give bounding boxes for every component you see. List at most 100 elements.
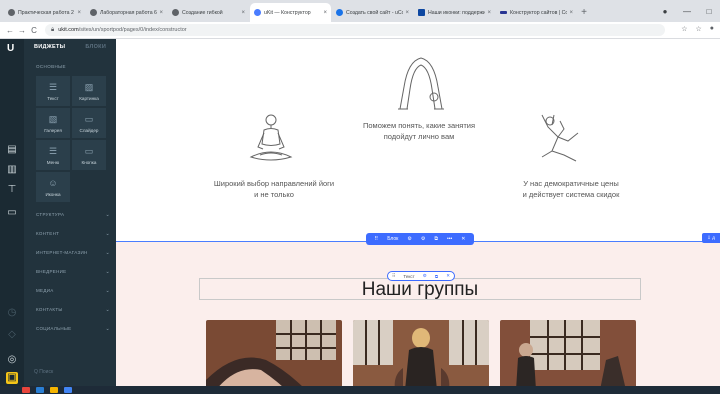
widget-menu[interactable]: ☰ Меню bbox=[36, 140, 70, 170]
feature-text-1: Широкий выбор направлений йоги и не толь… bbox=[194, 179, 354, 200]
design-icon[interactable]: ▥ bbox=[6, 164, 18, 176]
category-social[interactable]: СОЦИАЛЬНЫЕ ⌄ bbox=[36, 326, 110, 332]
panel-tabs: ВИДЖЕТЫ БЛОКИ bbox=[34, 44, 106, 50]
copy-icon[interactable]: ⧉ bbox=[435, 274, 438, 279]
taskbar-app-icon[interactable] bbox=[36, 387, 44, 393]
browser-tab[interactable]: Лабораторная работа 6 (Осуі…× bbox=[86, 3, 167, 22]
extension-icon[interactable]: ☆ bbox=[681, 25, 687, 33]
delete-icon[interactable]: ✕ bbox=[461, 236, 465, 242]
tab-favicon-icon bbox=[418, 9, 425, 16]
tab-favicon-icon bbox=[172, 9, 179, 16]
browser-tab[interactable]: Создать свой сайт - uCoz × bbox=[332, 3, 413, 22]
layers-icon[interactable]: ◇ bbox=[6, 329, 18, 341]
forward-button[interactable]: → bbox=[16, 26, 28, 35]
tab-close-icon[interactable]: × bbox=[77, 10, 81, 16]
account-icon[interactable]: ● bbox=[710, 25, 714, 33]
widget-text[interactable]: ☰ Текст bbox=[36, 76, 70, 106]
block-label: Блок bbox=[387, 236, 399, 242]
reload-button[interactable]: C bbox=[28, 26, 40, 35]
category-label: КОНТЕНТ bbox=[36, 231, 60, 236]
taskbar-app-icon[interactable] bbox=[50, 387, 58, 393]
chevron-down-icon: ⌄ bbox=[105, 250, 110, 256]
settings-icon[interactable]: ⚙ bbox=[423, 273, 427, 279]
taskbar-app-icon[interactable] bbox=[64, 387, 72, 393]
image-icon: ▨ bbox=[84, 81, 94, 92]
category-label: СТРУКТУРА bbox=[36, 212, 65, 217]
tab-blocks[interactable]: БЛОКИ bbox=[85, 44, 106, 50]
button-icon: ▭ bbox=[84, 145, 94, 156]
back-button[interactable]: ← bbox=[4, 26, 16, 35]
tab-close-icon[interactable]: × bbox=[569, 10, 573, 16]
chevron-down-icon: ⌄ bbox=[105, 288, 110, 294]
widget-image[interactable]: ▨ Картинка bbox=[72, 76, 106, 106]
bookmark-star-icon[interactable]: ☆ bbox=[695, 25, 701, 33]
browser-tab[interactable]: Наши иконки: поддерживать…× bbox=[414, 3, 495, 22]
design-settings-icon[interactable]: ⚙ bbox=[421, 236, 425, 242]
chevron-down-icon: ⌄ bbox=[105, 212, 110, 218]
widget-button[interactable]: ▭ Кнопка bbox=[72, 140, 106, 170]
browser-tab[interactable]: Конструктор сайтов | Создать…× bbox=[496, 3, 577, 22]
browser-tab-active[interactable]: uKit — Конструктор × bbox=[250, 3, 331, 22]
widget-label: Кнопка bbox=[81, 159, 97, 165]
tab-favicon-icon bbox=[254, 9, 261, 16]
devices-icon[interactable]: ▭ bbox=[6, 207, 18, 219]
tab-close-icon[interactable]: × bbox=[487, 10, 491, 16]
tab-close-icon[interactable]: × bbox=[159, 10, 163, 16]
maximize-button[interactable]: □ bbox=[698, 7, 720, 16]
pages-icon[interactable]: ▤ bbox=[6, 144, 18, 156]
widget-slider[interactable]: ▭ Слайдер bbox=[72, 108, 106, 138]
tab-favicon-icon bbox=[500, 11, 507, 14]
preview-icon[interactable]: ◎ bbox=[6, 354, 18, 366]
drag-handle-icon[interactable]: ⠿ bbox=[392, 273, 395, 279]
gear-icon[interactable]: ⚙ bbox=[407, 236, 411, 242]
browser-tab[interactable]: Практическая работа 2 × bbox=[4, 3, 85, 22]
address-bar[interactable]: 🔒︎ ukit.com/sites/un/sportpod/pages/0/in… bbox=[45, 24, 665, 36]
more-icon[interactable]: ••• bbox=[447, 236, 452, 242]
feature-caption: У нас демократичные цены и действует сис… bbox=[522, 179, 620, 199]
widget-gallery[interactable]: ▧ Галерея bbox=[36, 108, 70, 138]
category-shop[interactable]: ИНТЕРНЕТ-МАГАЗИН ⌄ bbox=[36, 250, 110, 256]
group-photo-3 bbox=[500, 320, 636, 386]
category-label: СОЦИАЛЬНЫЕ bbox=[36, 326, 72, 331]
widget-icon[interactable]: ☺ Иконка bbox=[36, 172, 70, 202]
page-canvas[interactable]: Широкий выбор направлений йоги и не толь… bbox=[116, 39, 720, 386]
history-icon[interactable]: ◷ bbox=[6, 307, 18, 319]
tab-widgets[interactable]: ВИДЖЕТЫ bbox=[34, 44, 65, 50]
close-icon[interactable]: ✕ bbox=[446, 273, 450, 279]
feature-text-2: Поможем понять, какие занятия подойдут л… bbox=[344, 121, 494, 142]
category-structure[interactable]: СТРУКТУРА ⌄ bbox=[36, 212, 110, 218]
category-content[interactable]: КОНТЕНТ ⌄ bbox=[36, 231, 110, 237]
widget-label: Меню bbox=[46, 159, 60, 165]
browser-tool-icons: ☆ ☆ ● bbox=[681, 25, 714, 33]
groups-section[interactable]: Наши группы ⠿ Текст ⚙ ⧉ ✕ bbox=[116, 242, 720, 386]
tab-close-icon[interactable]: × bbox=[405, 10, 409, 16]
copy-icon[interactable]: ⧉ bbox=[434, 236, 438, 242]
profile-icon[interactable]: ● bbox=[654, 7, 676, 16]
text-toolbar-label: Текст bbox=[403, 273, 415, 279]
publish-icon[interactable]: ▣ bbox=[6, 372, 18, 384]
group-photo-2 bbox=[353, 320, 489, 386]
new-tab-button[interactable]: + bbox=[578, 3, 590, 22]
taskbar-app-icon[interactable] bbox=[22, 387, 30, 393]
ukit-logo[interactable]: U bbox=[7, 43, 14, 54]
chevron-down-icon: ⌄ bbox=[105, 231, 110, 237]
widget-label: Галерея bbox=[44, 127, 62, 133]
os-taskbar bbox=[0, 386, 720, 394]
category-embed[interactable]: ВНЕДРЕНИЕ ⌄ bbox=[36, 269, 110, 275]
drag-handle-icon[interactable]: ⠿ bbox=[375, 236, 379, 242]
tab-close-icon[interactable]: × bbox=[241, 10, 245, 16]
section-label: ОСНОВНЫЕ bbox=[36, 64, 66, 69]
category-contacts[interactable]: КОНТАКТЫ ⌄ bbox=[36, 307, 110, 313]
tab-title: uKit — Конструктор bbox=[264, 9, 311, 16]
category-media[interactable]: МЕДИА ⌄ bbox=[36, 288, 110, 294]
feature-text-3: У нас демократичные цены и действует сис… bbox=[496, 179, 646, 200]
minimize-button[interactable]: — bbox=[676, 7, 698, 16]
add-block-button[interactable]: ⇩ д bbox=[702, 233, 720, 243]
browser-tab[interactable]: Создание гибкой × bbox=[168, 3, 249, 22]
widget-search-input[interactable]: Q Поиск bbox=[34, 369, 53, 375]
chevron-down-icon: ⌄ bbox=[105, 269, 110, 275]
fonts-icon[interactable]: ⊤ bbox=[6, 184, 18, 196]
text-widget-toolbar: ⠿ Текст ⚙ ⧉ ✕ bbox=[387, 271, 455, 281]
section-title[interactable]: Наши группы bbox=[199, 278, 641, 301]
tab-close-icon[interactable]: × bbox=[323, 10, 327, 16]
